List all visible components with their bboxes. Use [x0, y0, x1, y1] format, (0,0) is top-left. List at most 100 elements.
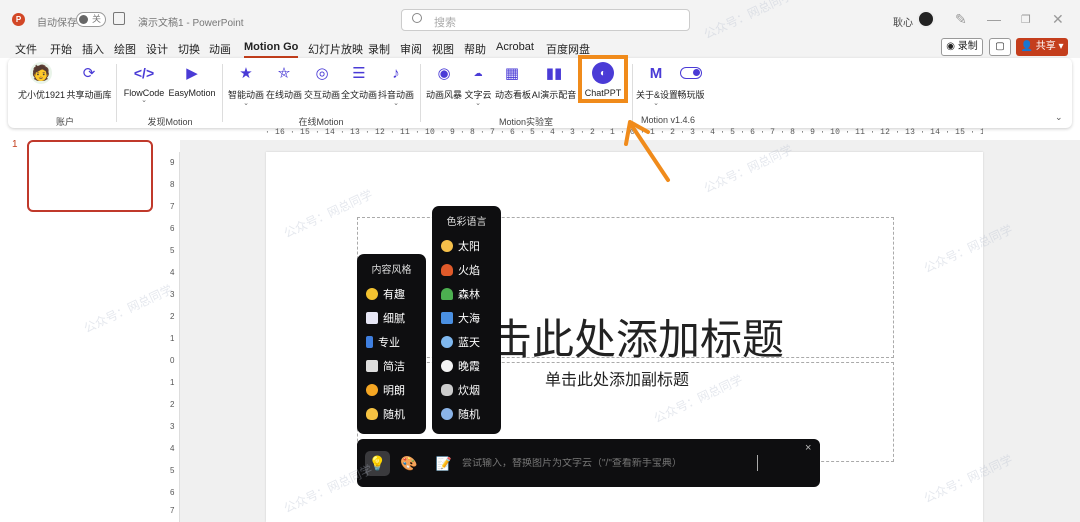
color-item-ocean[interactable]: 大海: [441, 310, 480, 326]
document-button[interactable]: 📝: [433, 451, 455, 476]
autosave-toggle[interactable]: 关: [76, 12, 106, 27]
lemon-icon: [366, 288, 378, 300]
tab-record[interactable]: 录制: [368, 41, 390, 57]
tab-view[interactable]: 视图: [432, 41, 454, 57]
style-item-concise[interactable]: 简洁: [366, 358, 405, 374]
brain-icon: ◉: [437, 65, 451, 82]
color-item-forest[interactable]: 森林: [441, 286, 480, 302]
interactive-animation-button[interactable]: ◎ 交互动画: [304, 62, 340, 101]
tab-help[interactable]: 帮助: [464, 41, 486, 57]
style-item-delicate[interactable]: 细腻: [366, 310, 405, 326]
sun-cloud-icon: [441, 240, 453, 252]
style-item-bright[interactable]: 明朗: [366, 382, 405, 398]
vruler-tick: 2: [170, 312, 175, 321]
tab-insert[interactable]: 插入: [82, 41, 104, 57]
tab-animations[interactable]: 动画: [209, 41, 231, 57]
tab-file[interactable]: 文件: [15, 41, 37, 57]
tiktok-icon: ♪: [392, 64, 400, 82]
text-cursor: [757, 455, 758, 471]
code-icon: </>: [133, 65, 155, 81]
style-item-label: 专业: [378, 337, 400, 349]
star-sparkle-icon: ★: [239, 65, 253, 82]
online-animation-button[interactable]: ⛤ 在线动画: [266, 62, 302, 101]
style-item-professional[interactable]: 专业: [366, 334, 400, 350]
tab-draw[interactable]: 绘图: [114, 41, 136, 57]
search-box[interactable]: 搜索: [401, 9, 690, 31]
share-library-label: 共享动画库: [66, 90, 112, 100]
full-text-animation-button[interactable]: ☰ 全文动画: [341, 62, 377, 101]
animation-storm-button[interactable]: ◉ 动画风暴: [426, 62, 462, 101]
record-button[interactable]: ◉ 录制: [941, 38, 983, 56]
color-item-sky[interactable]: 蓝天: [441, 334, 480, 350]
play-mode-toggle[interactable]: 畅玩版: [677, 62, 705, 101]
ai-voice-button[interactable]: ▮▮ AI演示配音: [531, 62, 577, 101]
tab-transitions[interactable]: 切换: [178, 41, 200, 57]
dynamic-board-label: 动态看板: [495, 90, 532, 100]
orange-arrow-annotation: [624, 120, 670, 182]
vertical-ruler: 9 8 7 6 5 4 3 2 1 0 1 2 3 4 5 6 7: [168, 152, 180, 522]
word-cloud-button[interactable]: ☁ 文字云 ⌄: [463, 62, 493, 108]
notebook-icon: [366, 360, 378, 372]
vruler-tick: 4: [170, 444, 175, 453]
animation-storm-label: 动画风暴: [426, 90, 463, 100]
color-item-sun[interactable]: 太阳: [441, 238, 480, 254]
about-settings-button[interactable]: M 关于&设置 ⌄: [636, 62, 678, 108]
restore-icon[interactable]: ❐: [1021, 13, 1031, 26]
vruler-tick: 6: [170, 488, 175, 497]
group-label-online: 在线Motion: [298, 117, 344, 127]
user-name: 耿心: [893, 18, 913, 29]
style-item-fun[interactable]: 有趣: [366, 286, 405, 302]
share-library-button[interactable]: ⟳ 共享动画库: [66, 62, 112, 101]
tab-motion-go[interactable]: Motion Go: [244, 41, 299, 58]
share-nodes-icon: ⟳: [82, 65, 96, 82]
close-icon[interactable]: ✕: [1052, 11, 1064, 28]
tab-review[interactable]: 审阅: [400, 41, 422, 57]
style-item-random[interactable]: 随机: [366, 406, 405, 422]
tab-slideshow[interactable]: 幻灯片放映: [308, 41, 363, 57]
douyin-animation-button[interactable]: ♪ 抖音动画 ⌄: [378, 62, 414, 108]
easymotion-button[interactable]: ▶ EasyMotion: [167, 62, 217, 98]
chevron-down-icon: ⌄: [475, 100, 481, 107]
paper-icon: [366, 312, 378, 324]
group-separator: [420, 64, 421, 122]
motion-logo-icon: M: [649, 64, 663, 82]
toggle-icon: [680, 62, 702, 84]
chatppt-highlight-box: [578, 55, 628, 103]
color-language-button[interactable]: 🎨: [398, 451, 420, 476]
share-label: 共享: [1035, 41, 1056, 52]
smoke-icon: [441, 384, 453, 396]
minimize-icon[interactable]: —: [987, 11, 1001, 27]
chat-input[interactable]: [462, 458, 752, 469]
dynamic-board-button[interactable]: ▦ 动态看板: [495, 62, 532, 101]
content-style-button[interactable]: 💡: [365, 451, 390, 476]
slide-thumbnail[interactable]: [27, 140, 153, 212]
color-item-smoke[interactable]: 炊烟: [441, 382, 480, 398]
ribbon-collapse-icon[interactable]: ⌄: [1055, 112, 1063, 123]
color-item-label: 大海: [458, 313, 480, 325]
sun-icon: [366, 384, 378, 396]
group-label-discover: 发现Motion: [147, 117, 193, 127]
close-icon[interactable]: ×: [805, 442, 811, 454]
style-item-label: 简洁: [383, 361, 405, 373]
save-icon[interactable]: [113, 12, 125, 25]
content-style-header: 内容风格: [371, 265, 412, 276]
smart-animation-button[interactable]: ★ 智能动画 ⌄: [228, 62, 264, 107]
flowcode-button[interactable]: </> FlowCode ⌄: [122, 62, 166, 104]
vruler-tick: 6: [170, 224, 175, 233]
video-camera-icon: ▶: [186, 65, 198, 82]
color-item-random[interactable]: 随机: [441, 406, 480, 422]
share-button[interactable]: 👤 共享 ▾: [1016, 38, 1068, 56]
account-button[interactable]: 🧑 尤小优1921: [18, 62, 65, 101]
tab-home[interactable]: 开始: [50, 41, 72, 57]
online-animation-label: 在线动画: [266, 90, 303, 100]
avatar[interactable]: [917, 10, 935, 28]
color-item-flame[interactable]: 火焰: [441, 262, 480, 278]
color-item-sunset[interactable]: 晚霞: [441, 358, 480, 374]
pen-icon[interactable]: ✎: [955, 11, 967, 28]
comment-button[interactable]: ▢: [989, 38, 1011, 56]
tab-design[interactable]: 设计: [146, 41, 168, 57]
color-language-menu: 色彩语言 太阳 火焰 森林 大海 蓝天 晚霞 炊烟 随机: [432, 206, 501, 434]
tab-acrobat[interactable]: Acrobat: [496, 41, 534, 53]
subtitle-placeholder-text: 单击此处添加副标题: [545, 372, 690, 389]
group-separator: [116, 64, 117, 122]
